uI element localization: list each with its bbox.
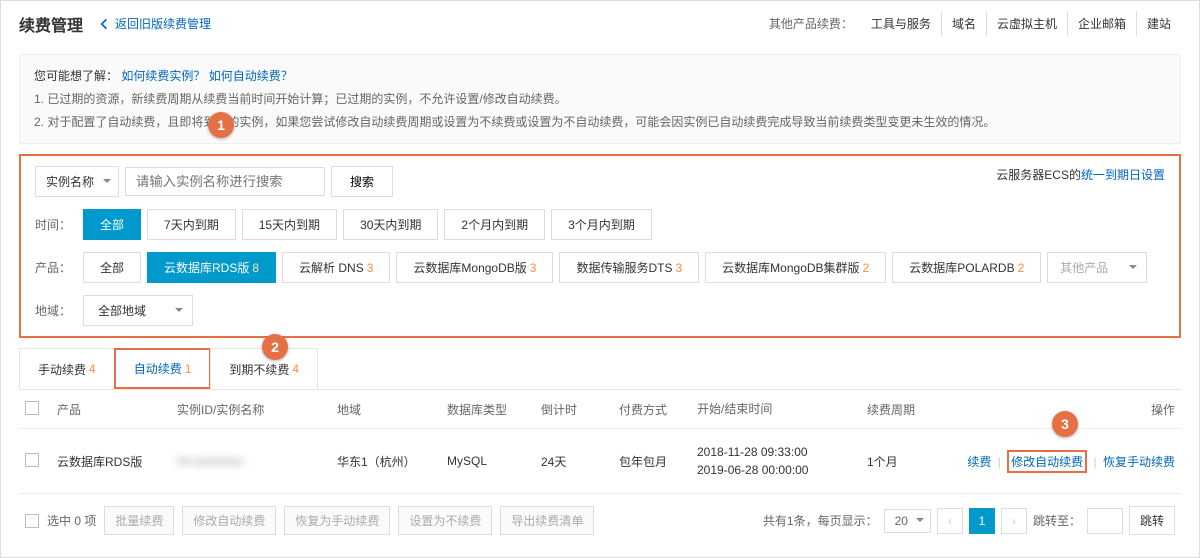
product-filter-polardb[interactable]: 云数据库POLARDB 2 bbox=[892, 252, 1041, 283]
chevron-down-icon bbox=[102, 175, 112, 189]
search-button[interactable]: 搜索 bbox=[331, 166, 393, 197]
cell-product: 云数据库RDS版 bbox=[57, 453, 177, 470]
top-link-mail[interactable]: 企业邮箱 bbox=[1067, 11, 1136, 36]
cell-countdown: 24天 bbox=[541, 453, 619, 470]
chevron-down-icon bbox=[915, 514, 925, 528]
search-type-value: 实例名称 bbox=[46, 173, 94, 190]
product-label: 产品： bbox=[35, 259, 77, 276]
footer-select-all-checkbox[interactable] bbox=[25, 514, 39, 528]
how-to-renew-link[interactable]: 如何续费实例？ bbox=[121, 69, 205, 83]
notice-you-may: 您可能想了解： bbox=[34, 69, 118, 83]
notice-line-2: 2. 对于配置了自动续费，且即将到期的实例，如果您尝试修改自动续费周期或设置为不… bbox=[34, 111, 1166, 134]
th-instance: 实例ID/实例名称 bbox=[177, 401, 337, 418]
op-renew-link[interactable]: 续费 bbox=[967, 455, 991, 469]
cell-time: 2018-11-28 09:33:00 2019-06-28 00:00:00 bbox=[697, 443, 867, 479]
table-row: 云数据库RDS版 rm-xxxxxxxx 华东1（杭州） MySQL 24天 包… bbox=[19, 429, 1181, 494]
tab-manual-renew[interactable]: 手动续费 4 bbox=[19, 348, 115, 389]
notice-box: 您可能想了解： 如何续费实例？ 如何自动续费？ 1. 已过期的资源，新续费周期从… bbox=[19, 54, 1181, 144]
top-link-domain[interactable]: 域名 bbox=[941, 11, 986, 36]
top-link-tools[interactable]: 工具与服务 bbox=[861, 11, 941, 36]
selected-count: 选中 0 项 bbox=[47, 512, 96, 529]
filter-panel: 云服务器ECS的统一到期日设置 实例名称 搜索 时间： 全部 7天内到期 15天… bbox=[19, 154, 1181, 338]
region-label: 地域： bbox=[35, 302, 77, 319]
region-select[interactable]: 全部地域 bbox=[83, 295, 193, 326]
th-dbtype: 数据库类型 bbox=[447, 401, 541, 418]
other-product-label: 其他产品 bbox=[1060, 261, 1108, 275]
time-filter-30d[interactable]: 30天内到期 bbox=[343, 209, 438, 240]
page-size-select[interactable]: 20 bbox=[884, 509, 931, 533]
time-filter-15d[interactable]: 15天内到期 bbox=[242, 209, 337, 240]
next-page-button[interactable]: › bbox=[1001, 508, 1027, 534]
total-label: 共有1条，每页显示： bbox=[763, 512, 878, 529]
batch-renew-button[interactable]: 批量续费 bbox=[104, 506, 174, 535]
time-filter-2m[interactable]: 2个月内到期 bbox=[444, 209, 545, 240]
jump-page-input[interactable] bbox=[1087, 508, 1123, 534]
step-badge-2: 2 bbox=[262, 334, 288, 360]
product-filter-rds[interactable]: 云数据库RDS版 8 bbox=[147, 252, 276, 283]
cell-dbtype: MySQL bbox=[447, 454, 541, 468]
other-products-label: 其他产品续费： bbox=[769, 15, 853, 32]
time-filter-all[interactable]: 全部 bbox=[83, 209, 141, 240]
jump-button[interactable]: 跳转 bbox=[1129, 506, 1175, 535]
region-value: 全部地域 bbox=[98, 304, 146, 318]
back-link-text: 返回旧版续费管理 bbox=[115, 15, 211, 32]
arrow-left-icon bbox=[97, 17, 111, 31]
time-filter-7d[interactable]: 7天内到期 bbox=[147, 209, 236, 240]
search-type-select[interactable]: 实例名称 bbox=[35, 166, 119, 197]
product-filter-mongodb-cluster[interactable]: 云数据库MongoDB集群版 2 bbox=[705, 252, 886, 283]
search-input[interactable] bbox=[125, 167, 325, 196]
time-label: 时间： bbox=[35, 216, 77, 233]
back-to-old-link[interactable]: 返回旧版续费管理 bbox=[97, 15, 211, 32]
step-badge-3: 3 bbox=[1052, 411, 1078, 437]
op-modify-auto-renew-link[interactable]: 修改自动续费 bbox=[1011, 455, 1083, 469]
th-region: 地域 bbox=[337, 401, 447, 418]
tab-auto-renew[interactable]: 自动续费 1 bbox=[114, 348, 212, 389]
select-all-checkbox[interactable] bbox=[25, 401, 39, 415]
product-filter-mongodb[interactable]: 云数据库MongoDB版 3 bbox=[396, 252, 553, 283]
table-header: 产品 实例ID/实例名称 地域 数据库类型 倒计时 付费方式 开始/结束时间 续… bbox=[19, 390, 1181, 429]
th-cycle: 续费周期 bbox=[867, 401, 957, 418]
renew-tabs: 手动续费 4 自动续费 1 到期不续费 4 bbox=[19, 348, 1181, 390]
restore-manual-button[interactable]: 恢复为手动续费 bbox=[284, 506, 390, 535]
export-list-button[interactable]: 导出续费清单 bbox=[500, 506, 594, 535]
ecs-prefix: 云服务器ECS的 bbox=[996, 168, 1081, 182]
how-to-auto-renew-link[interactable]: 如何自动续费？ bbox=[209, 69, 293, 83]
page-size-value: 20 bbox=[895, 514, 908, 528]
th-pay: 付费方式 bbox=[619, 401, 697, 418]
product-filter-dts[interactable]: 数据传输服务DTS 3 bbox=[559, 252, 699, 283]
top-link-site[interactable]: 建站 bbox=[1136, 11, 1181, 36]
step-badge-1: 1 bbox=[208, 112, 234, 138]
top-link-vhost[interactable]: 云虚拟主机 bbox=[986, 11, 1067, 36]
row-checkbox[interactable] bbox=[25, 453, 39, 467]
op-restore-manual-link[interactable]: 恢复手动续费 bbox=[1103, 455, 1175, 469]
ecs-unified-link-wrap: 云服务器ECS的统一到期日设置 bbox=[996, 166, 1165, 183]
product-filter-all[interactable]: 全部 bbox=[83, 252, 141, 283]
jump-label: 跳转至： bbox=[1033, 512, 1081, 529]
page-title: 续费管理 bbox=[19, 12, 83, 36]
chevron-down-icon bbox=[1128, 261, 1138, 275]
product-filter-dns[interactable]: 云解析 DNS 3 bbox=[282, 252, 390, 283]
th-product: 产品 bbox=[57, 401, 177, 418]
set-no-renew-button[interactable]: 设置为不续费 bbox=[398, 506, 492, 535]
notice-line-1: 1. 已过期的资源，新续费周期从续费当前时间开始计算；已过期的实例，不允许设置/… bbox=[34, 88, 1166, 111]
th-countdown: 倒计时 bbox=[541, 401, 619, 418]
chevron-down-icon bbox=[174, 304, 184, 318]
modify-auto-renew-button[interactable]: 修改自动续费 bbox=[182, 506, 276, 535]
other-product-select[interactable]: 其他产品 bbox=[1047, 252, 1147, 283]
th-time: 开始/结束时间 bbox=[697, 400, 867, 418]
prev-page-button[interactable]: ‹ bbox=[937, 508, 963, 534]
cell-ops: 续费 | 修改自动续费 | 恢复手动续费 bbox=[957, 450, 1175, 473]
page-1-button[interactable]: 1 bbox=[969, 508, 995, 534]
time-filter-3m[interactable]: 3个月内到期 bbox=[551, 209, 652, 240]
ecs-unified-date-link[interactable]: 统一到期日设置 bbox=[1081, 168, 1165, 182]
cell-region: 华东1（杭州） bbox=[337, 453, 447, 470]
cell-pay: 包年包月 bbox=[619, 453, 697, 470]
cell-instance-id: rm-xxxxxxxx bbox=[177, 454, 337, 468]
cell-cycle: 1个月 bbox=[867, 453, 957, 470]
